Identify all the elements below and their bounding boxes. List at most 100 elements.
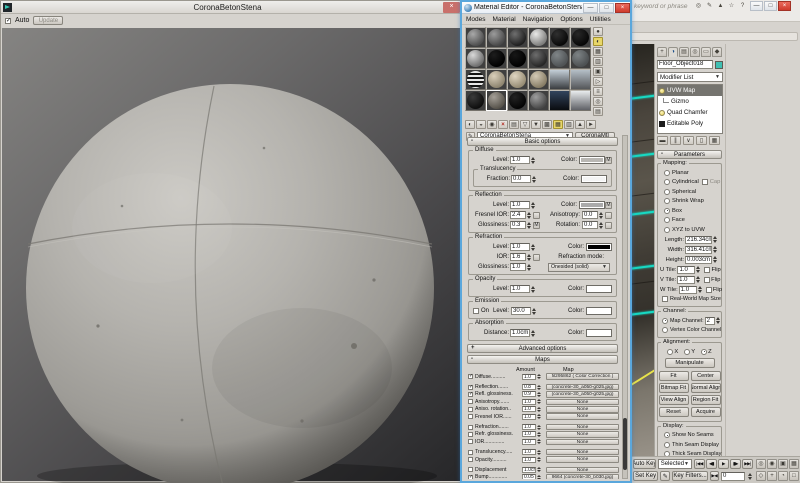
video-color-check-icon[interactable]: ▣ (593, 67, 603, 76)
sample-slot[interactable] (507, 27, 528, 48)
map-amount-spinner[interactable] (537, 384, 543, 390)
reflection-level-spinner[interactable] (531, 201, 537, 210)
rotation-map-button[interactable] (605, 222, 612, 229)
reflection-glossiness-field[interactable]: 0.3 (510, 221, 526, 229)
scrollbar-thumb[interactable] (623, 418, 627, 470)
menu-material[interactable]: Material (493, 16, 516, 23)
sample-slot[interactable] (507, 90, 528, 111)
make-preview-icon[interactable]: ▷ (593, 77, 603, 86)
fresnel-ior-field[interactable]: 2.4 (510, 211, 526, 219)
map-button[interactable]: None (546, 456, 619, 463)
map-amount-spinner[interactable] (537, 414, 543, 420)
sample-slot[interactable] (528, 48, 549, 69)
sample-slot[interactable] (549, 90, 570, 111)
mapping-radio-planar[interactable] (664, 170, 670, 176)
tab-create[interactable]: + (657, 47, 667, 57)
map-button[interactable]: None (546, 399, 619, 406)
parameters-rollout-header[interactable]: - Parameters (657, 150, 722, 159)
anisotropy-map-button[interactable] (605, 212, 612, 219)
configure-modifier-sets-icon[interactable]: ▦ (709, 136, 720, 145)
height-spinner[interactable] (713, 255, 719, 264)
map-amount-spinner[interactable] (537, 424, 543, 430)
share-icon[interactable]: ▲ (716, 2, 725, 11)
translucency-fraction-field[interactable]: 0.0 (511, 175, 531, 183)
maximize-viewport-toggle-icon[interactable]: □ (789, 471, 799, 481)
map-amount-field[interactable]: 1.0 (522, 457, 536, 463)
tile-spinner[interactable] (696, 265, 702, 274)
tab-hierarchy[interactable]: ▤ (679, 47, 689, 57)
menu-navigation[interactable]: Navigation (523, 16, 554, 23)
refraction-glossiness-field[interactable]: 1.0 (510, 263, 526, 271)
tile-field[interactable]: 1.0 (677, 276, 695, 284)
tile-spinner[interactable] (696, 275, 702, 284)
app-restore-button[interactable]: □ (764, 1, 777, 11)
menu-options[interactable]: Options (560, 16, 582, 23)
sample-slot[interactable] (486, 27, 507, 48)
absorption-distance-field[interactable]: 1.0cm (510, 329, 530, 337)
map-button[interactable]: None (546, 424, 619, 431)
modifier-stack-item[interactable]: UVW Map (658, 85, 722, 96)
sample-slot[interactable] (549, 69, 570, 90)
previous-frame-button[interactable]: ◀▮ (706, 459, 717, 469)
diffuse-level-spinner[interactable] (531, 156, 537, 165)
map-enable-checkbox[interactable] (468, 407, 473, 412)
app-minimize-button[interactable]: — (750, 1, 763, 11)
material-id-channel-icon[interactable]: ▩ (542, 120, 552, 129)
length-field[interactable]: 216.34cm (685, 236, 712, 244)
map-button[interactable]: None (546, 449, 619, 456)
sample-slot[interactable] (549, 27, 570, 48)
sample-slot[interactable] (507, 48, 528, 69)
sample-slot[interactable] (528, 69, 549, 90)
pan-hand-icon[interactable]: + (767, 471, 777, 481)
mapping-radio-shrink-wrap[interactable] (664, 198, 670, 204)
map-amount-spinner[interactable] (537, 439, 543, 445)
basic-options-rollout-header[interactable]: - Basic options (467, 137, 618, 146)
flip-checkbox[interactable] (704, 277, 710, 283)
region-fit-button[interactable]: Region Fit (691, 395, 721, 405)
put-to-library-icon[interactable]: ▼ (531, 120, 541, 129)
current-frame-field[interactable]: 0 (721, 472, 745, 481)
map-amount-spinner[interactable] (537, 399, 543, 405)
sample-slot[interactable] (570, 48, 591, 69)
emission-level-spinner[interactable] (532, 307, 538, 316)
sign-in-icon[interactable]: ✎ (705, 2, 714, 11)
modifier-enable-bulb-icon[interactable] (659, 88, 665, 94)
favorites-star-icon[interactable]: ☆ (727, 2, 736, 11)
reset-map-icon[interactable]: × (498, 120, 508, 129)
vertex-color-channel-radio[interactable] (662, 327, 668, 333)
map-amount-field[interactable]: 1.0 (522, 406, 536, 412)
map-amount-field[interactable]: 1.0 (522, 431, 536, 437)
absorption-distance-spinner[interactable] (531, 329, 537, 338)
background-icon[interactable]: ▦ (593, 47, 603, 56)
mapping-radio-box[interactable] (664, 208, 670, 214)
mapping-radio-xyz-to-uvw[interactable] (664, 227, 670, 233)
material-map-navigator-icon[interactable]: ▤ (593, 107, 603, 116)
map-button[interactable]: (concrete-30_a050-g025.jpg) (546, 384, 619, 391)
length-spinner[interactable] (713, 235, 719, 244)
map-amount-field[interactable]: 1.0 (522, 439, 536, 445)
anisotropy-field[interactable]: 0.0 (582, 211, 598, 219)
refraction-ior-field[interactable]: 1.6 (510, 253, 526, 261)
show-map-in-viewport-icon[interactable]: ▦ (553, 120, 563, 129)
modifier-stack-item[interactable]: Gizmo (658, 96, 722, 107)
sample-slot[interactable] (486, 90, 507, 111)
map-amount-spinner[interactable] (537, 406, 543, 412)
sample-type-icon[interactable]: ● (593, 27, 603, 36)
refraction-ior-map-button[interactable] (533, 254, 540, 261)
put-material-to-scene-icon[interactable]: ◒ (476, 120, 486, 129)
diffuse-level-field[interactable]: 1.0 (510, 156, 530, 164)
go-to-end-button[interactable]: ▶▶| (742, 459, 753, 469)
map-amount-field[interactable]: 1.0 (522, 449, 536, 455)
sample-slot[interactable] (570, 90, 591, 111)
opacity-color-swatch[interactable] (586, 285, 612, 293)
me-maximize-button[interactable]: □ (599, 3, 614, 13)
sample-slot[interactable] (465, 90, 486, 111)
flip-checkbox[interactable] (704, 267, 710, 273)
app-close-button[interactable]: × (778, 1, 791, 11)
material-editor-title-bar[interactable]: Material Editor - CoronaBetonStena —□× (462, 2, 630, 14)
sample-slot[interactable] (465, 27, 486, 48)
sample-uv-tiling-icon[interactable]: ▥ (593, 57, 603, 66)
sample-slot[interactable] (486, 48, 507, 69)
tab-utilities[interactable]: ◆ (712, 47, 722, 57)
display-radio-show-no-seams[interactable] (664, 432, 670, 438)
